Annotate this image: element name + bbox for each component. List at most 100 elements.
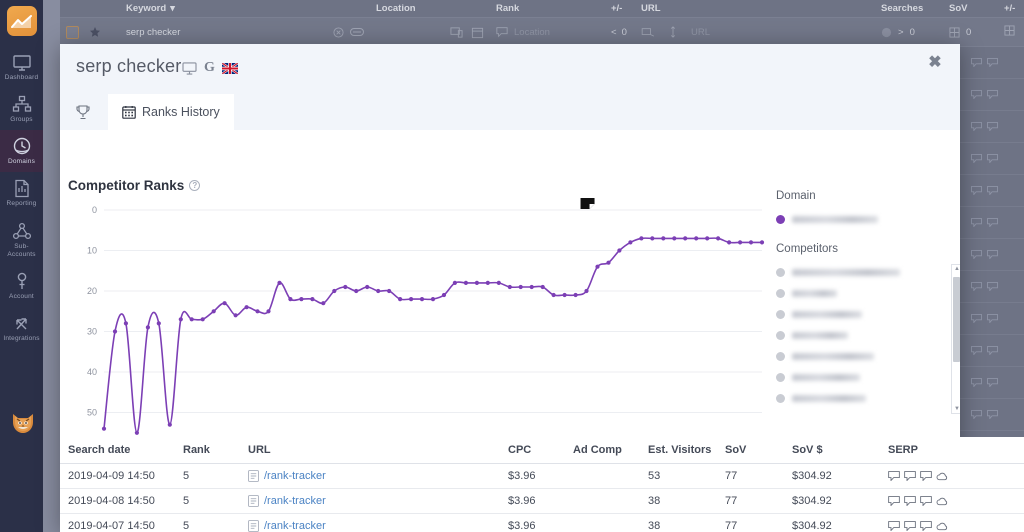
legend-competitor-row[interactable] [776,346,952,367]
legend-color-dot [776,394,785,403]
sidebar-item-groups[interactable]: Groups [0,88,43,130]
tiger-mascot [8,410,38,436]
tab-ranks-history[interactable]: Ranks History [108,94,234,130]
serp-bubble-icon[interactable] [987,186,998,195]
note-flag-icon[interactable] [581,198,595,209]
serp-bubble-icon[interactable] [971,58,982,67]
sidebar-item-domains[interactable]: Domains [0,130,43,172]
sidebar-item-account[interactable]: Account [0,265,43,307]
sidebar-item-integrations[interactable]: Integrations [0,307,43,349]
legend-color-dot [776,215,785,224]
serp-bubble-icon[interactable] [987,218,998,227]
serp-bubble-icon[interactable] [987,58,998,67]
cell-serp-icons [888,496,992,507]
tag-icon[interactable] [350,27,364,37]
serp-snippet-icon[interactable] [888,496,900,506]
serp-bubble-icon[interactable] [971,154,982,163]
select-all-checkbox[interactable] [66,26,79,39]
table-row[interactable]: 2019-04-08 14:505/rank-tracker$3.963877$… [60,489,1024,514]
cell-search-date: 2019-04-07 14:50 [68,520,155,532]
cell-url-link[interactable]: /rank-tracker [264,470,326,482]
serp-bubble-icon[interactable] [971,218,982,227]
legend-competitor-row[interactable] [776,325,952,346]
rank-compare-icon[interactable] [641,27,655,37]
serp-bubble-icon[interactable] [987,90,998,99]
serp-comment-icon[interactable] [920,521,932,531]
serp-bubble-icon[interactable] [987,410,998,419]
cell-url-link[interactable]: /rank-tracker [264,495,326,507]
scroll-up-arrow-icon[interactable]: ▲ [954,266,960,272]
tab-top-performers[interactable] [60,94,108,130]
legend-scrollbar[interactable]: ▲ ▼ [951,264,960,414]
app-logo[interactable] [7,6,37,36]
serp-comment-icon[interactable] [920,471,932,481]
table-row[interactable]: 2019-04-07 14:505/rank-tracker$3.963877$… [60,514,1024,532]
sov-filter-value[interactable]: 0 [966,27,971,38]
keyword-filter-value[interactable]: serp checker [126,27,180,38]
help-icon[interactable]: ? [189,180,200,191]
sidebar-item-sub-accounts[interactable]: Sub-Accounts [0,215,43,265]
serp-bubble-icon[interactable] [987,250,998,259]
serp-comment-icon[interactable] [920,496,932,506]
serp-cloud-icon[interactable] [936,471,948,482]
rank-filter-value[interactable]: 0 [622,27,627,38]
legend-competitor-row[interactable] [776,367,952,388]
rank-filter-operator[interactable]: < [611,27,617,38]
location-filter-placeholder[interactable]: Location [514,27,550,38]
serp-bubble-icon[interactable] [971,90,982,99]
col-sov-dollar: SoV $ [792,444,823,456]
serp-bubble-icon[interactable] [971,378,982,387]
legend-own-domain-row[interactable] [776,209,952,230]
serp-snippet-icon[interactable] [888,521,900,531]
legend-competitor-row[interactable] [776,262,952,283]
scrollbar-thumb[interactable] [953,277,960,362]
serp-snippet-icon[interactable] [888,471,900,481]
searches-filter-operator[interactable]: > [898,27,904,38]
serp-pages-icon[interactable] [904,521,916,531]
sidebar-item-dashboard[interactable]: Dashboard [0,46,43,88]
serp-bubble-icon[interactable] [971,314,982,323]
serp-bubble-icon[interactable] [987,378,998,387]
url-filter-placeholder[interactable]: URL [691,27,710,38]
close-icon[interactable]: ✖ [924,52,946,74]
searches-filter-value[interactable]: 0 [910,27,915,38]
scroll-down-arrow-icon[interactable]: ▼ [954,406,960,412]
serp-bubble-icon[interactable] [971,186,982,195]
bg-col-url: URL [641,3,661,14]
cell-search-date: 2019-04-08 14:50 [68,495,155,507]
cell-sov-dollar: $304.92 [792,495,832,507]
cell-url-link[interactable]: /rank-tracker [264,520,326,532]
serp-bubble-icon[interactable] [987,154,998,163]
serp-bubble-icon[interactable] [971,346,982,355]
cell-rank: 5 [183,495,189,507]
serp-bubble-icon[interactable] [987,122,998,131]
serp-bubble-icon[interactable] [987,346,998,355]
legend-color-dot [776,268,785,277]
legend-competitor-row[interactable] [776,388,952,409]
clear-keyword-icon[interactable] [333,27,344,38]
svg-text:0: 0 [92,205,97,215]
sidebar-item-reporting[interactable]: Reporting [0,172,43,214]
table-row[interactable]: 2019-04-09 14:505/rank-tracker$3.965377$… [60,464,1024,489]
serp-bubble-icon[interactable] [987,282,998,291]
serp-bubble-icon[interactable] [971,410,982,419]
legend-competitor-row[interactable] [776,304,952,325]
serp-pages-icon[interactable] [904,496,916,506]
serp-cloud-icon[interactable] [936,521,948,532]
serp-bubble-icon[interactable] [971,122,982,131]
serp-cloud-icon[interactable] [936,496,948,507]
results-table-header: Search date Rank URL CPC Ad Comp Est. Vi… [60,437,1024,464]
calendar-filter-icon[interactable] [471,26,484,39]
sidebar-divider [43,0,60,532]
device-filter-icon[interactable] [450,26,463,39]
serp-bubble-icon[interactable] [971,282,982,291]
left-sidebar: DashboardGroupsDomainsReportingSub-Accou… [0,0,43,532]
legend-competitor-row[interactable] [776,283,952,304]
sitemap-icon [12,95,32,114]
serp-bubble-icon[interactable] [971,250,982,259]
serp-pages-icon[interactable] [904,471,916,481]
sort-updown-icon[interactable] [669,26,677,38]
serp-bubble-icon[interactable] [987,314,998,323]
cell-search-date: 2019-04-09 14:50 [68,470,155,482]
star-icon[interactable] [89,26,101,38]
